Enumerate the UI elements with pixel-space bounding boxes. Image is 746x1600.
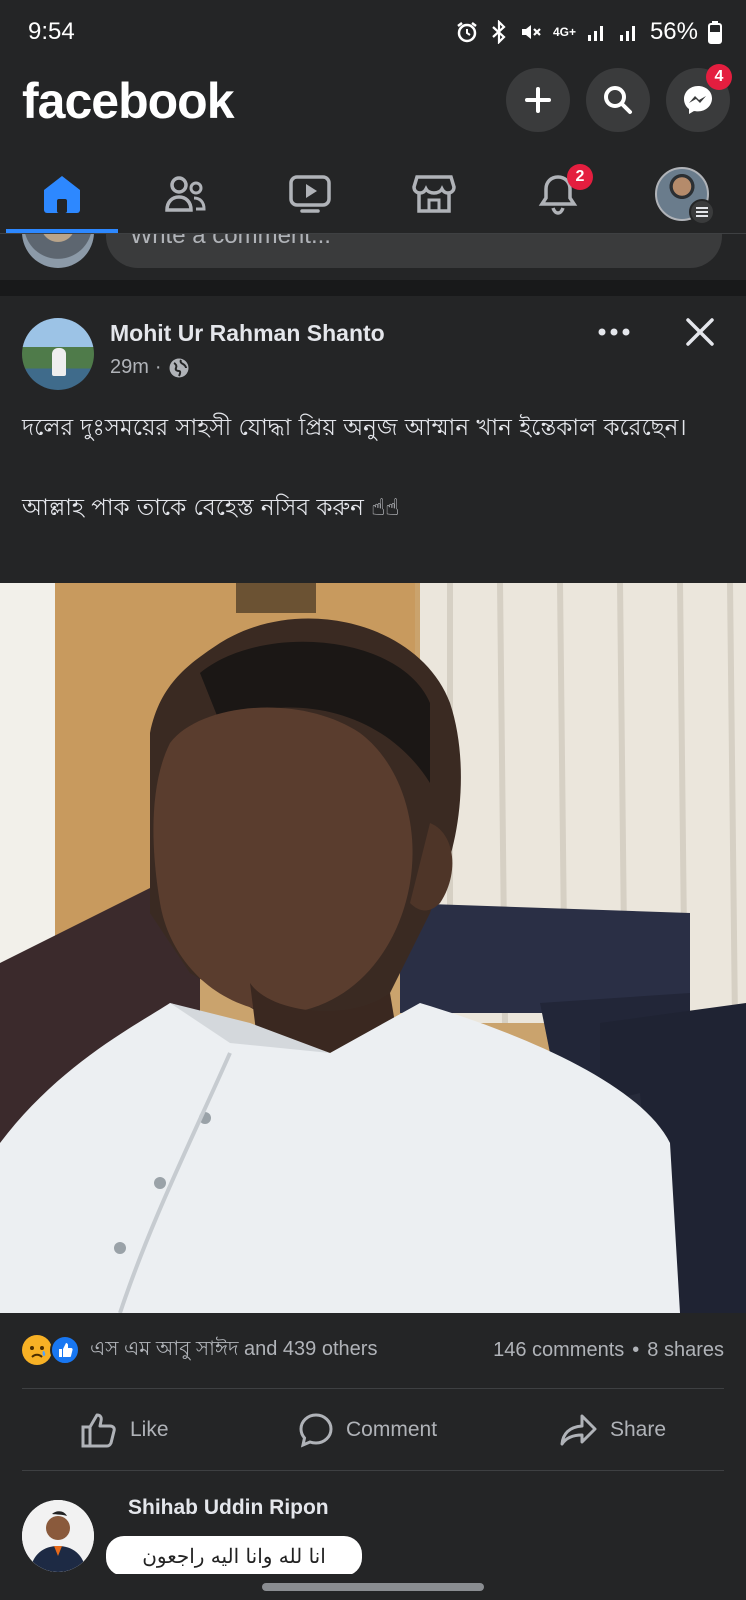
thumbs-up-icon (81, 1413, 116, 1448)
comment-calligraphy-image[interactable]: انا لله وانا اليه راجعون (106, 1536, 362, 1576)
search-button[interactable] (586, 68, 650, 132)
divider (22, 1388, 724, 1389)
post-actions: Like Comment Share (0, 1390, 746, 1470)
post-text-line-2: আল্লাহ পাক তাকে বেহেস্ত নসিব করুন ☝☝ (22, 495, 400, 521)
comments-count[interactable]: 146 comments (493, 1339, 624, 1362)
alarm-icon (457, 22, 477, 43)
tab-marketplace[interactable] (389, 162, 479, 226)
reactions-text: এস এম আবু সাঈদ and 439 others (90, 1337, 378, 1360)
nav-bar: 2 (0, 154, 746, 234)
share-button[interactable]: Share (560, 1390, 666, 1470)
messenger-button[interactable]: 4 (666, 64, 732, 132)
gesture-bar (0, 1574, 746, 1600)
commenter-name[interactable]: Shihab Uddin Ripon (128, 1496, 329, 1520)
comment-icon (299, 1413, 333, 1448)
feed-divider (0, 280, 746, 296)
counts-dot: • (632, 1338, 640, 1361)
status-icons: 4G+ 56% (455, 18, 722, 46)
reaction-icons (22, 1333, 84, 1367)
video-icon (289, 175, 331, 213)
menu-icon (689, 199, 715, 225)
post-meta: 29m · (110, 356, 190, 379)
share-icon (560, 1414, 597, 1446)
friends-icon (165, 176, 206, 212)
post-card: Mohit Ur Rahman Shanto 29m · দলের দুঃসময… (0, 296, 746, 1600)
facebook-logo[interactable]: facebook (22, 72, 235, 130)
signal-icon-2 (619, 26, 635, 41)
mute-icon (521, 25, 541, 39)
comment-placeholder: Write a comment... (130, 234, 331, 249)
profile-avatar (655, 167, 715, 225)
close-icon (686, 318, 714, 346)
meta-separator: · (154, 356, 162, 378)
post-time[interactable]: 29m (110, 356, 149, 379)
divider (22, 1470, 724, 1471)
post-author-name[interactable]: Mohit Ur Rahman Shanto (110, 320, 385, 347)
more-icon (598, 328, 630, 336)
battery-percent: 56% (649, 18, 698, 45)
previous-post-comment-bar: Write a comment... (0, 234, 746, 280)
my-avatar (22, 234, 94, 268)
tab-notifications[interactable]: 2 (513, 162, 603, 226)
tab-friends[interactable] (141, 162, 231, 226)
like-label: Like (130, 1418, 169, 1441)
comment-input[interactable]: Write a comment... (106, 234, 722, 268)
post-text-line-1: দলের দুঃসময়ের সাহসী যোদ্ধা প্রিয় অনুজ … (22, 415, 687, 441)
post-text: দলের দুঃসময়ের সাহসী যোদ্ধা প্রিয় অনুজ … (22, 408, 722, 528)
share-label: Share (610, 1418, 667, 1441)
shares-count[interactable]: 8 shares (647, 1339, 724, 1362)
create-button[interactable] (506, 68, 570, 132)
engagement-counts: 146 comments • 8 shares (493, 1332, 724, 1368)
like-button[interactable]: Like (80, 1390, 169, 1470)
post-author-avatar[interactable] (22, 318, 94, 390)
plus-icon (525, 87, 551, 113)
search-icon (604, 86, 632, 114)
notifications-badge: 2 (567, 164, 593, 190)
app-header: facebook 4 (0, 64, 746, 154)
status-bar: 9:54 4G+ 56% (0, 0, 746, 64)
hide-post-button[interactable] (676, 308, 724, 356)
sad-reaction-icon (22, 1335, 52, 1365)
more-options-button[interactable] (588, 312, 640, 352)
commenter-avatar[interactable] (22, 1500, 94, 1572)
home-icon (44, 176, 80, 213)
signal-icon (587, 26, 603, 41)
tab-video[interactable] (265, 162, 355, 226)
like-reaction-icon (50, 1335, 80, 1365)
home-gesture-handle[interactable] (262, 1583, 484, 1591)
globe-icon (169, 358, 189, 377)
reaction-summary[interactable]: এস এম আবু সাঈদ and 439 others (22, 1332, 377, 1368)
network-label: 4G+ (552, 25, 576, 39)
tab-menu[interactable] (637, 162, 727, 226)
post-photo[interactable] (0, 583, 746, 1313)
battery-icon (708, 21, 722, 44)
marketplace-icon (412, 175, 456, 213)
bluetooth-icon (492, 20, 506, 44)
status-time: 9:54 (28, 18, 75, 45)
tab-home[interactable] (17, 162, 107, 226)
comment-label: Comment (346, 1418, 438, 1441)
messenger-badge: 4 (706, 64, 732, 90)
active-tab-indicator (6, 229, 118, 233)
comment-button[interactable]: Comment (298, 1390, 437, 1470)
